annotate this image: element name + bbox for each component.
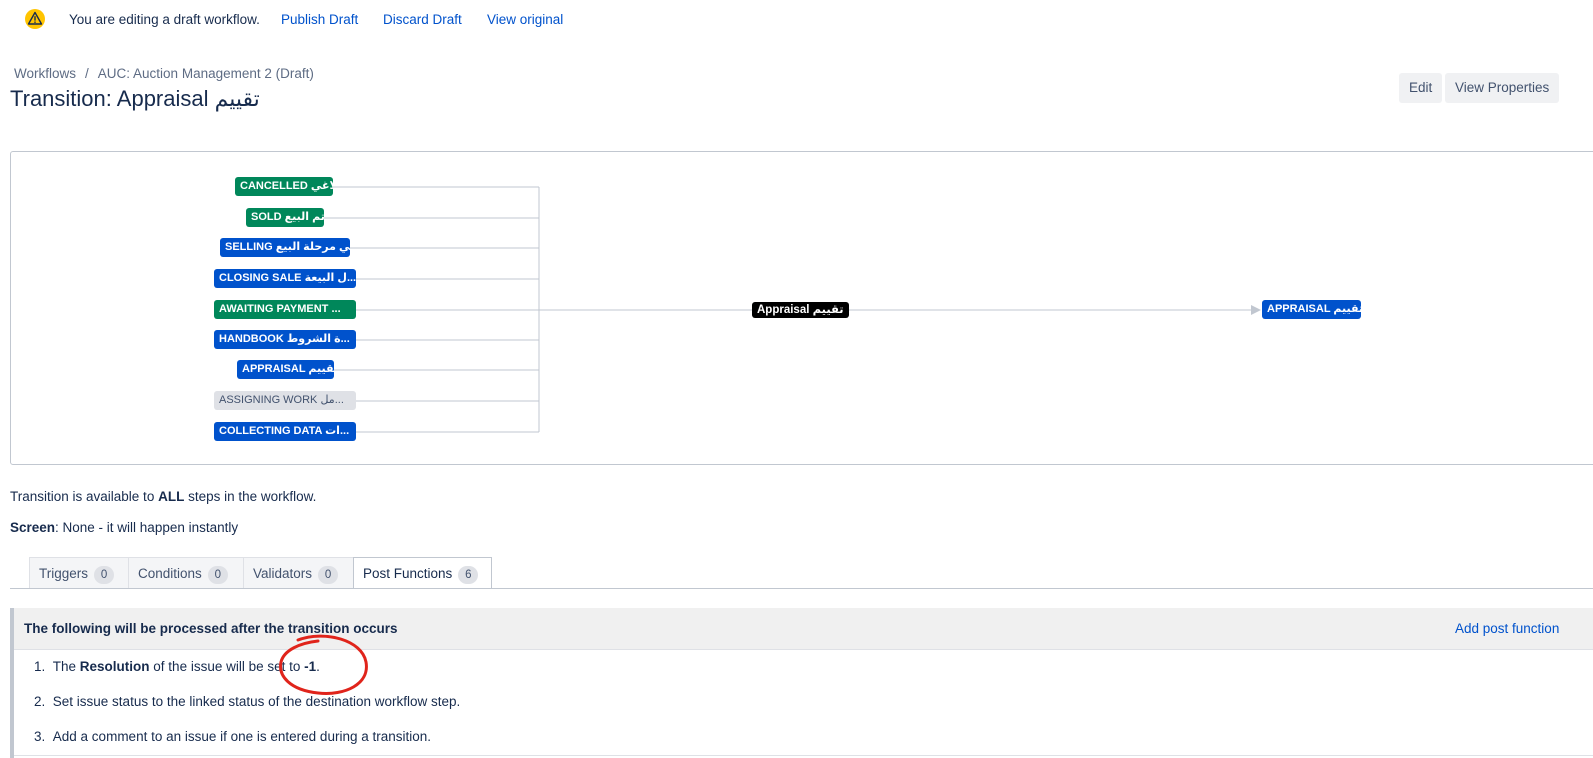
transition-label: Appraisal تقييم: [752, 302, 849, 318]
status-selling: SELLING في مرحلة البيع: [220, 238, 350, 257]
tab-validators[interactable]: Validators 0: [243, 557, 354, 588]
list-item: 1. The Resolution of the issue will be s…: [14, 650, 1593, 686]
status-appraisal-target: APPRAISAL تقييم: [1262, 300, 1361, 319]
post-functions-heading: The following will be processed after th…: [24, 621, 398, 636]
breadcrumb-separator: /: [85, 66, 89, 81]
screen-text: Screen: None - it will happen instantly: [10, 520, 239, 535]
edit-button[interactable]: Edit: [1399, 73, 1443, 103]
view-properties-button[interactable]: View Properties: [1445, 73, 1560, 103]
tab-count-badge: 0: [318, 566, 339, 584]
draft-message: You are editing a draft workflow.: [69, 12, 260, 27]
discard-draft-link[interactable]: Discard Draft: [383, 12, 462, 27]
tab-conditions[interactable]: Conditions 0: [128, 557, 244, 588]
status-sold: SOLD تم البيع: [246, 208, 324, 227]
post-functions-header: The following will be processed after th…: [14, 608, 1593, 650]
list-item: 3. Add a comment to an issue if one is e…: [14, 720, 1593, 756]
tab-triggers[interactable]: Triggers 0: [29, 557, 129, 588]
breadcrumb-workflows[interactable]: Workflows: [14, 66, 76, 81]
status-appraisal-source: APPRAISAL تقييم: [237, 360, 334, 379]
status-closing-sale: CLOSING SALE ل البيعة...: [214, 269, 356, 288]
list-item: 2. Set issue status to the linked status…: [14, 685, 1593, 721]
tab-count-badge: 0: [94, 566, 115, 584]
status-cancelled: CANCELLED لاغي: [235, 177, 333, 196]
transition-diagram: CANCELLED لاغي SOLD تم البيع SELLING في …: [10, 151, 1593, 465]
tab-post-functions[interactable]: Post Functions 6: [353, 557, 492, 589]
arrow-head: [1251, 305, 1261, 315]
status-collecting-data: COLLECTING DATA ات...: [214, 422, 356, 441]
page-title: Transition: Appraisal تقييم: [10, 86, 260, 111]
availability-text: Transition is available to ALL steps in …: [10, 489, 317, 504]
tab-count-badge: 6: [458, 566, 479, 584]
draft-banner: You are editing a draft workflow. Publis…: [0, 0, 1593, 40]
post-functions-panel: The following will be processed after th…: [10, 608, 1593, 758]
status-handbook: HANDBOOK ة الشروط...: [214, 330, 356, 349]
publish-draft-link[interactable]: Publish Draft: [281, 12, 358, 27]
add-post-function-link[interactable]: Add post function: [1455, 621, 1559, 636]
tab-count-badge: 0: [207, 566, 228, 584]
view-original-link[interactable]: View original: [487, 12, 563, 27]
breadcrumb-current[interactable]: AUC: Auction Management 2 (Draft): [98, 66, 314, 81]
status-awaiting-payment: AWAITING PAYMENT ...: [214, 300, 356, 319]
warning-icon: [25, 9, 45, 29]
tab-divider: [10, 588, 1593, 589]
breadcrumb: Workflows / AUC: Auction Management 2 (Dra…: [14, 66, 314, 81]
status-assigning-work: ASSIGNING WORK مل...: [214, 391, 356, 410]
